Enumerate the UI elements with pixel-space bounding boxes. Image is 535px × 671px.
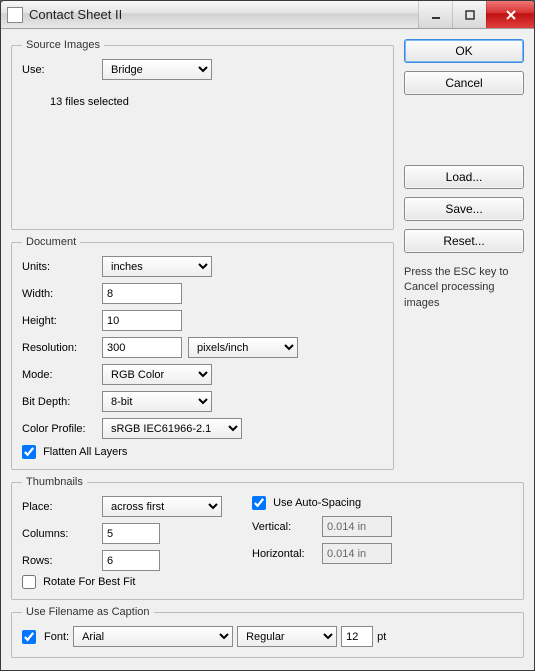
horizontal-input — [322, 543, 392, 564]
caption-group: Use Filename as Caption Font: Arial Regu… — [11, 606, 524, 658]
units-label: Units: — [22, 261, 102, 273]
height-input[interactable] — [102, 310, 182, 331]
minimize-icon — [431, 10, 441, 20]
font-checkbox[interactable] — [22, 630, 36, 644]
flatten-text: Flatten All Layers — [43, 446, 127, 458]
use-select[interactable]: Bridge — [102, 59, 212, 80]
columns-input[interactable] — [102, 523, 160, 544]
window-title: Contact Sheet II — [29, 7, 418, 22]
resolution-label: Resolution: — [22, 342, 102, 354]
rotate-text: Rotate For Best Fit — [43, 576, 135, 588]
hint-text: Press the ESC key to Cancel processing i… — [404, 265, 524, 311]
dialog-content: Source Images Use: Bridge 13 files selec… — [1, 29, 534, 670]
flatten-checkbox-label[interactable]: Flatten All Layers — [22, 445, 127, 459]
font-style-select[interactable]: Regular — [237, 626, 337, 647]
profile-select[interactable]: sRGB IEC61966-2.1 — [102, 418, 242, 439]
minimize-button[interactable] — [418, 1, 452, 28]
vertical-input — [322, 516, 392, 537]
files-selected-text: 13 files selected — [50, 96, 383, 108]
auto-spacing-label[interactable]: Use Auto-Spacing — [252, 496, 361, 510]
place-label: Place: — [22, 501, 102, 513]
rotate-checkbox[interactable] — [22, 575, 36, 589]
use-label: Use: — [22, 64, 102, 76]
source-images-legend: Source Images — [22, 39, 104, 51]
maximize-icon — [465, 10, 475, 20]
rows-input[interactable] — [102, 550, 160, 571]
titlebar: Contact Sheet II — [1, 1, 534, 29]
maximize-button[interactable] — [452, 1, 486, 28]
ok-button[interactable]: OK — [404, 39, 524, 63]
width-label: Width: — [22, 288, 102, 300]
font-size-unit: pt — [377, 631, 386, 643]
thumbnails-legend: Thumbnails — [22, 476, 87, 488]
source-images-group: Source Images Use: Bridge 13 files selec… — [11, 39, 394, 230]
rotate-label[interactable]: Rotate For Best Fit — [22, 575, 135, 589]
cancel-button[interactable]: Cancel — [404, 71, 524, 95]
vertical-label: Vertical: — [252, 521, 322, 533]
font-select[interactable]: Arial — [73, 626, 233, 647]
mode-label: Mode: — [22, 369, 102, 381]
load-button[interactable]: Load... — [404, 165, 524, 189]
thumbnails-group: Thumbnails Place: across first Columns: … — [11, 476, 524, 600]
flatten-checkbox[interactable] — [22, 445, 36, 459]
resolution-input[interactable] — [102, 337, 182, 358]
save-button[interactable]: Save... — [404, 197, 524, 221]
columns-label: Columns: — [22, 528, 102, 540]
window-controls — [418, 1, 534, 28]
bitdepth-label: Bit Depth: — [22, 396, 102, 408]
app-icon — [7, 7, 23, 23]
place-select[interactable]: across first — [102, 496, 222, 517]
mode-select[interactable]: RGB Color — [102, 364, 212, 385]
units-select[interactable]: inches — [102, 256, 212, 277]
profile-label: Color Profile: — [22, 423, 102, 435]
bitdepth-select[interactable]: 8-bit — [102, 391, 212, 412]
horizontal-label: Horizontal: — [252, 548, 322, 560]
rows-label: Rows: — [22, 555, 102, 567]
font-label: Font: — [44, 631, 69, 643]
caption-legend: Use Filename as Caption — [22, 606, 154, 618]
close-button[interactable] — [486, 1, 534, 28]
reset-button[interactable]: Reset... — [404, 229, 524, 253]
document-legend: Document — [22, 236, 80, 248]
dialog-window: Contact Sheet II Source Images Use: — [0, 0, 535, 671]
resolution-unit-select[interactable]: pixels/inch — [188, 337, 298, 358]
font-size-input[interactable] — [341, 626, 373, 647]
width-input[interactable] — [102, 283, 182, 304]
auto-spacing-text: Use Auto-Spacing — [273, 497, 361, 509]
height-label: Height: — [22, 315, 102, 327]
close-icon — [505, 9, 517, 21]
document-group: Document Units: inches Width: Height: — [11, 236, 394, 470]
auto-spacing-checkbox[interactable] — [252, 496, 266, 510]
